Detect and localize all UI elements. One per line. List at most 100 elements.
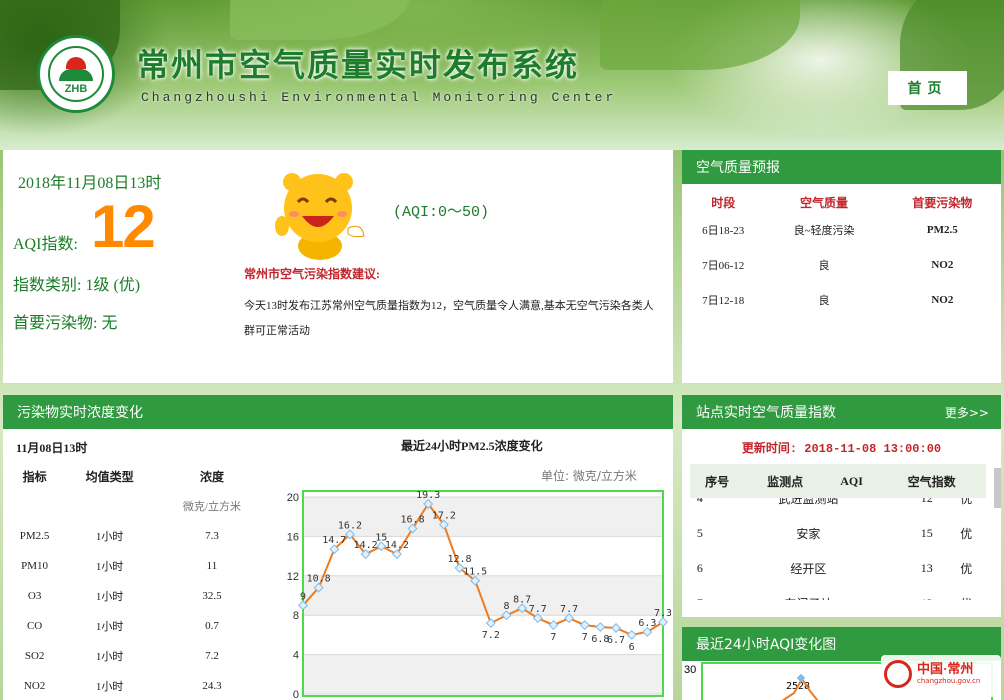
- chart-data-point: [485, 618, 496, 629]
- aqi-value: 12: [91, 193, 156, 260]
- station-name: 经开区: [790, 562, 827, 576]
- table-row[interactable]: 5 安家 15 优: [690, 516, 986, 551]
- pollutant-table: 指标 均值类型 浓度 微克/立方米 PM2.5 1小时 7.3 PM10 1小时…: [6, 461, 268, 700]
- chart-data-label: 7.2: [482, 630, 500, 641]
- chart-data-label: 10.8: [307, 574, 331, 585]
- forecast-cell: NO2: [931, 293, 954, 306]
- table-row[interactable]: 6 经开区 13 优: [690, 551, 986, 586]
- station-aqi: 13: [907, 586, 946, 600]
- station-list[interactable]: 4 武进监测站 12 优 5 安家 15 优 6 经开区 13 优 7 东门子站…: [682, 498, 1001, 600]
- table-row: PM10 1小时 11: [6, 551, 268, 581]
- chart-y-tick: 0: [293, 689, 299, 700]
- station-aqi: 12: [920, 498, 933, 505]
- chart-data-label: 19.3: [416, 490, 440, 501]
- realtime-date: 2018年11月08日13时: [18, 175, 162, 192]
- chart-data-label: 7: [582, 632, 588, 643]
- pollutant-name: NO2: [23, 680, 46, 692]
- chart-grid-band: [303, 654, 663, 694]
- pollutant-type: 1小时: [95, 681, 124, 693]
- table-row: O3 1小时 32.5: [6, 581, 268, 611]
- chart-data-label: 6: [629, 642, 635, 653]
- gov-emblem-icon: [884, 660, 912, 688]
- aqi-range: (AQI:0～50): [393, 204, 490, 221]
- chart-data-label: 12.8: [447, 554, 471, 565]
- pollutant-type: 1小时: [95, 531, 124, 543]
- chart-data-label: 14.2: [354, 540, 378, 551]
- advice-title: 常州市空气污染指数建议:: [244, 267, 380, 281]
- chart-data-point: [579, 620, 590, 630]
- chart-data-label: 16.8: [401, 515, 425, 526]
- primary-pollutant: 首要污染物: 无: [13, 315, 118, 332]
- station-col-name: 监测点: [744, 464, 826, 498]
- chart-data-point: [548, 620, 559, 630]
- chart-data-point: [391, 549, 402, 560]
- forecast-col-pollutant: 首要污染物: [912, 195, 973, 210]
- station-index: 7: [690, 586, 710, 600]
- table-row: 7日06-12 良 NO2: [682, 247, 1001, 282]
- chart-data-label: 16.2: [338, 520, 362, 531]
- station-aqi: 15: [920, 526, 933, 540]
- station-name: 武进监测站: [778, 498, 839, 506]
- table-row: 7日12-18 良 NO2: [682, 282, 1001, 317]
- realtime-aqi-panel: 2018年11月08日13时 AQI指数: 12 指数类别: 1级 (优) 首要…: [3, 150, 673, 383]
- chart-y-tick: 4: [293, 650, 299, 662]
- chart-data-label: 17.2: [432, 511, 456, 522]
- table-row: 6日18-23 良~轻度污染 PM2.5: [682, 212, 1001, 247]
- pollutant-value: 32.5: [202, 590, 222, 602]
- chart-data-label: 9: [300, 591, 306, 602]
- forecast-col-quality: 空气质量: [800, 195, 849, 210]
- station-level: 优: [960, 498, 973, 506]
- table-row: CO 1小时 0.7: [6, 611, 268, 641]
- forecast-cell: 6日18-23: [702, 224, 745, 237]
- station-scrollbar[interactable]: [994, 468, 1001, 508]
- station-col-aqi: AQI: [825, 464, 878, 498]
- pollutant-type: 1小时: [95, 591, 124, 603]
- chart-data-label: 6.3: [638, 618, 656, 629]
- chart-y-tick: 12: [287, 571, 299, 583]
- station-panel: 站点实时空气质量指数 更多>> 更新时间: 2018-11-08 13:00:0…: [682, 395, 1001, 617]
- chart-data-label: 11.5: [463, 567, 487, 578]
- chart-data-label: 7: [550, 632, 556, 643]
- forecast-title: 空气质量预报: [682, 150, 1001, 184]
- table-row[interactable]: 4 武进监测站 12 优: [690, 498, 986, 516]
- chart-y-tick: 16: [287, 531, 299, 543]
- site-title: 常州市空气质量实时发布系统: [137, 46, 580, 84]
- sun-icon: [66, 57, 86, 69]
- pollutant-name: O3: [27, 590, 42, 602]
- station-index: 4: [696, 498, 703, 505]
- station-title: 站点实时空气质量指数: [696, 405, 836, 421]
- table-row: NO2 1小时 24.3: [6, 671, 268, 700]
- station-level: 优: [960, 527, 973, 541]
- forecast-cell: PM2.5: [926, 223, 958, 236]
- chart-unit: 单位: 微克/立方米: [541, 469, 637, 483]
- gov-logo-text: 中国·常州: [917, 661, 974, 676]
- table-row[interactable]: 7 东门子站 13 优: [690, 586, 986, 600]
- home-button[interactable]: 首页: [888, 71, 967, 105]
- aqi-level: 指数类别: 1级 (优): [13, 277, 141, 294]
- forecast-cell: 7日12-18: [702, 294, 745, 307]
- chart-y-tick: 8: [293, 610, 299, 622]
- forecast-cell: 良: [818, 259, 830, 272]
- chart-data-label: 6.7: [607, 635, 625, 646]
- leaf-decoration: [230, 0, 410, 40]
- pollutant-value: 7.3: [205, 530, 219, 542]
- pollutant-value: 24.3: [202, 680, 222, 692]
- chart-title: 最近24小时PM2.5浓度变化: [401, 439, 543, 453]
- pollutant-type: 1小时: [95, 651, 124, 663]
- forecast-cell: 良: [818, 294, 830, 307]
- pollutant-value: 0.7: [205, 620, 219, 632]
- logo-text: ZHB: [64, 83, 88, 95]
- table-row: SO2 1小时 7.2: [6, 641, 268, 671]
- pollutant-type: 1小时: [95, 621, 124, 633]
- pollutant-value: 11: [206, 560, 218, 572]
- station-aqi: 13: [920, 561, 933, 575]
- mascot-icon: [275, 173, 365, 260]
- pm25-line-chart: 048121620910.814.716.214.21514.216.819.3…: [287, 490, 671, 700]
- more-link[interactable]: 更多>>: [945, 404, 989, 421]
- chart-data-point: [626, 629, 637, 640]
- station-col-index: 序号: [690, 464, 745, 498]
- station-level: 优: [960, 562, 973, 576]
- gov-logo[interactable]: 中国·常州 changzhou.gov.cn: [881, 655, 1001, 697]
- aqi-label: AQI指数:: [13, 236, 78, 253]
- pollutant-name: CO: [26, 620, 43, 632]
